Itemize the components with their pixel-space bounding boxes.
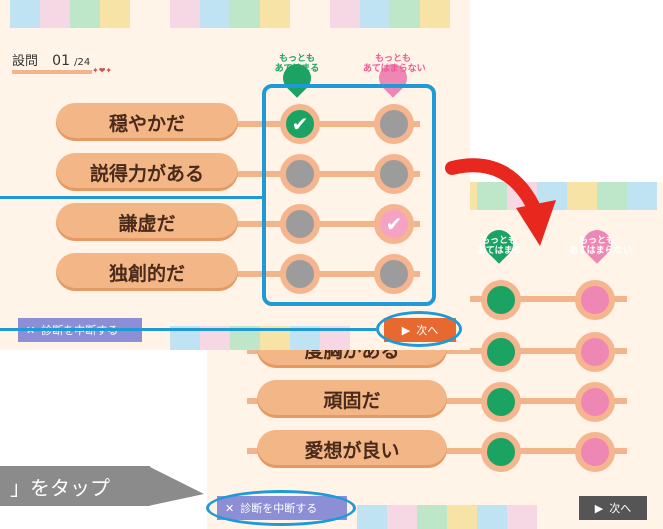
item-label: 穏やかだ: [56, 103, 238, 141]
scale-marker-disagree: もっとも あてはまらない: [569, 224, 632, 276]
answer-area-highlight: [262, 84, 436, 306]
answer-agree-radio[interactable]: [481, 382, 521, 422]
next-button-highlight: [376, 311, 462, 347]
question-total: /24: [74, 57, 91, 68]
question-number: 01: [52, 53, 70, 69]
answer-disagree-radio[interactable]: [575, 280, 615, 320]
scale-label-disagree: もっとも あてはまらない: [569, 236, 632, 256]
item-label: 謙虚だ: [56, 203, 238, 241]
scale-label-disagree: もっとも あてはまらない: [363, 54, 426, 74]
answer-disagree-radio[interactable]: [575, 382, 615, 422]
quit-button-highlight: [206, 490, 356, 526]
callout-line-next: [0, 328, 376, 331]
callout-line-answers: [0, 196, 264, 199]
item-label: 頑固だ: [257, 380, 447, 418]
puzzle-decoration-top: [0, 0, 470, 28]
transition-arrow-icon: [445, 158, 556, 246]
question-label: 設問: [12, 54, 39, 69]
item-label: 愛想が良い: [257, 430, 447, 468]
next-arrow-icon: ▶: [594, 501, 604, 515]
instruction-tooltip: 」をタップ: [0, 466, 150, 506]
answer-agree-radio[interactable]: [481, 280, 521, 320]
answer-agree-radio[interactable]: [481, 432, 521, 472]
item-label: 説得力がある: [56, 153, 238, 191]
next-label: 次へ: [609, 502, 632, 515]
puzzle-progress-icon: ✦❤✦: [92, 66, 113, 75]
answer-disagree-radio[interactable]: [575, 432, 615, 472]
answer-agree-radio[interactable]: [481, 332, 521, 372]
scale-label-agree: もっとも あてはまる: [274, 54, 320, 74]
item-label: 独創的だ: [56, 253, 238, 291]
tooltip-pointer: [148, 466, 204, 506]
answer-disagree-radio[interactable]: [575, 332, 615, 372]
next-button[interactable]: ▶ 次へ: [579, 496, 647, 520]
progress-bar: [12, 70, 92, 74]
instruction-text: 」をタップ: [10, 475, 110, 500]
question-counter: 設問 01 /24: [12, 50, 90, 69]
